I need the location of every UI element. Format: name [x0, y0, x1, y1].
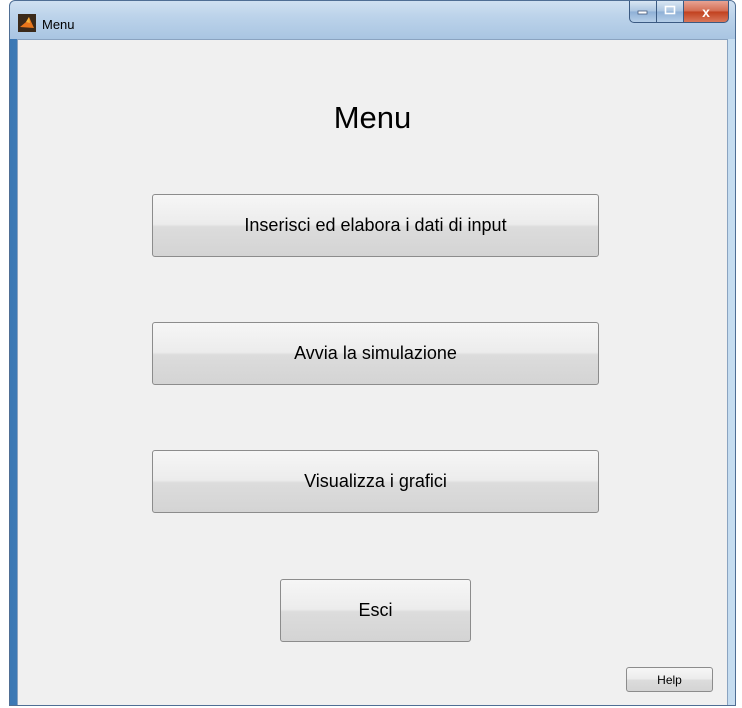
help-button-label: Help — [657, 672, 682, 687]
app-window: Menu x Menu Inserisci ed elabora i dati … — [9, 0, 736, 706]
view-charts-button-label: Visualizza i grafici — [304, 471, 447, 491]
minimize-button[interactable] — [629, 1, 657, 23]
maximize-button[interactable] — [657, 1, 684, 23]
title-bar[interactable]: Menu x — [10, 1, 735, 39]
window-title: Menu — [42, 17, 75, 32]
input-data-button-label: Inserisci ed elabora i dati di input — [244, 215, 507, 235]
client-area: Menu Inserisci ed elabora i dati di inpu… — [17, 39, 728, 705]
start-simulation-button-label: Avvia la simulazione — [294, 343, 457, 363]
matlab-icon — [18, 14, 36, 32]
page-title: Menu — [333, 100, 412, 135]
exit-button[interactable]: Esci — [280, 579, 471, 642]
minimize-icon — [637, 6, 649, 18]
maximize-icon — [664, 5, 676, 18]
help-button[interactable]: Help — [626, 667, 713, 692]
close-icon: x — [702, 3, 710, 20]
start-simulation-button[interactable]: Avvia la simulazione — [152, 322, 599, 385]
exit-button-label: Esci — [358, 600, 393, 620]
window-controls: x — [629, 1, 729, 23]
view-charts-button[interactable]: Visualizza i grafici — [152, 450, 599, 513]
input-data-button[interactable]: Inserisci ed elabora i dati di input — [152, 194, 599, 257]
close-button[interactable]: x — [684, 1, 729, 23]
